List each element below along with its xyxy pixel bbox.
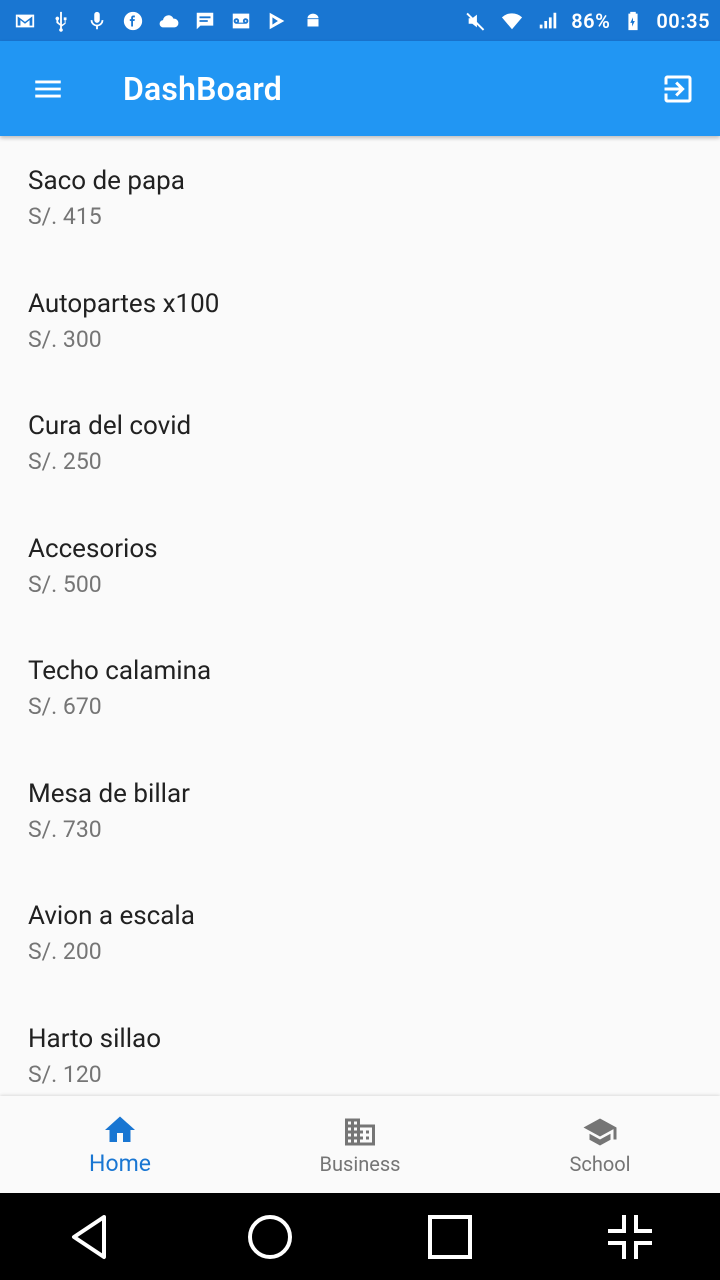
product-list: Saco de papa S/. 415 Autopartes x100 S/.… <box>0 136 720 1096</box>
product-price: S/. 670 <box>28 693 102 720</box>
back-triangle-icon <box>72 1214 106 1259</box>
voicemail-icon <box>228 10 254 32</box>
product-price: S/. 200 <box>28 938 102 965</box>
tab-business[interactable]: Business <box>240 1096 480 1193</box>
product-name: Mesa de billar <box>28 778 190 809</box>
fullscreen-exit-icon <box>608 1214 652 1259</box>
menu-button[interactable] <box>24 65 72 113</box>
tab-home[interactable]: Home <box>0 1096 240 1193</box>
chat-icon <box>192 10 218 32</box>
tab-school[interactable]: School <box>480 1096 720 1193</box>
list-item[interactable]: Autopartes x100 S/. 300 <box>0 259 720 382</box>
usb-icon <box>48 10 74 32</box>
product-price: S/. 730 <box>28 815 102 843</box>
product-name: Saco de papa <box>28 166 185 196</box>
list-item[interactable]: Accesorios S/. 500 <box>0 504 720 627</box>
status-right-icons: 86% 00:35 <box>463 9 710 33</box>
android-icon <box>300 10 326 32</box>
product-name: Accesorios <box>28 533 158 564</box>
product-name: Autopartes x100 <box>28 288 220 319</box>
product-price: S/. 250 <box>28 448 102 475</box>
recents-square-icon <box>428 1214 472 1259</box>
list-item[interactable]: Saco de papa S/. 415 <box>0 136 720 259</box>
wifi-icon <box>499 10 525 32</box>
product-name: Avion a escala <box>28 901 195 931</box>
logout-button[interactable] <box>656 67 700 111</box>
home-circle-icon <box>248 1214 292 1259</box>
gmail-icon <box>12 10 38 32</box>
exit-icon <box>664 75 692 102</box>
facebook-icon <box>120 10 146 32</box>
status-bar: 86% 00:35 <box>0 0 720 41</box>
system-navigation-bar <box>0 1193 720 1280</box>
list-item[interactable]: Cura del covid S/. 250 <box>0 381 720 504</box>
clock: 00:35 <box>656 8 710 33</box>
school-icon <box>583 1118 617 1145</box>
list-item[interactable]: Mesa de billar S/. 730 <box>0 749 720 872</box>
back-button[interactable] <box>50 1197 130 1277</box>
product-price: S/. 415 <box>28 203 102 230</box>
status-left-icons <box>12 10 326 32</box>
recents-button[interactable] <box>410 1197 490 1277</box>
tab-label: Home <box>89 1150 151 1177</box>
tab-label: School <box>569 1151 631 1176</box>
product-price: S/. 500 <box>28 570 102 598</box>
cloud-icon <box>156 10 182 32</box>
list-item[interactable]: Techo calamina S/. 670 <box>0 626 720 749</box>
mute-icon <box>463 10 489 32</box>
battery-percent: 86% <box>571 8 611 33</box>
app-bar: DashBoard <box>0 41 720 136</box>
product-price: S/. 300 <box>28 325 102 353</box>
product-name: Techo calamina <box>28 656 212 686</box>
play-store-icon <box>264 10 290 32</box>
home-icon <box>105 1116 135 1142</box>
page-title: DashBoard <box>123 69 282 108</box>
list-item[interactable]: Harto sillao S/. 120 <box>0 994 720 1097</box>
list-item[interactable]: Avion a escala S/. 200 <box>0 871 720 994</box>
signal-icon <box>535 10 561 32</box>
battery-icon <box>620 10 646 32</box>
product-price: S/. 120 <box>28 1060 102 1088</box>
product-name: Cura del covid <box>28 411 192 441</box>
mic-icon <box>84 10 110 32</box>
bottom-navigation: Home Business School <box>0 1096 720 1193</box>
business-icon <box>345 1118 375 1145</box>
home-circle-button[interactable] <box>230 1197 310 1277</box>
exit-fullscreen-button[interactable] <box>590 1197 670 1277</box>
tab-label: Business <box>319 1151 401 1176</box>
product-name: Harto sillao <box>28 1023 162 1054</box>
hamburger-icon <box>35 80 61 97</box>
